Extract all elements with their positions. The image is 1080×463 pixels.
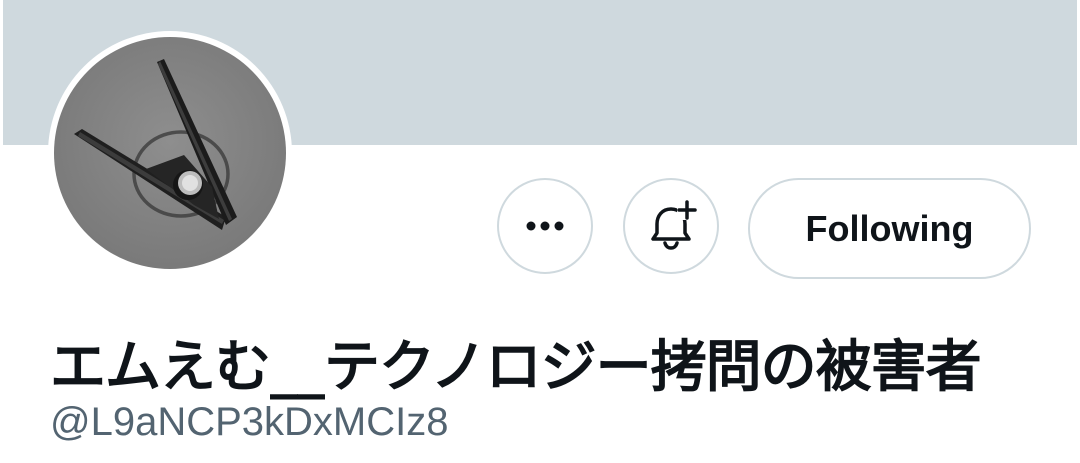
bell-plus-icon bbox=[651, 200, 697, 250]
avatar[interactable] bbox=[54, 37, 286, 269]
more-horizontal-icon bbox=[526, 221, 564, 231]
more-button[interactable] bbox=[497, 178, 593, 274]
avatar-frame bbox=[48, 31, 292, 275]
following-button[interactable]: Following bbox=[748, 178, 1031, 279]
notifications-button[interactable] bbox=[623, 178, 719, 274]
profile-handle: @L9aNCP3kDxMCIz8 bbox=[50, 400, 449, 444]
avatar-clothespin-image bbox=[54, 37, 286, 269]
profile-display-name: エムえむ__テクノロジー拷問の被害者 bbox=[50, 335, 982, 400]
